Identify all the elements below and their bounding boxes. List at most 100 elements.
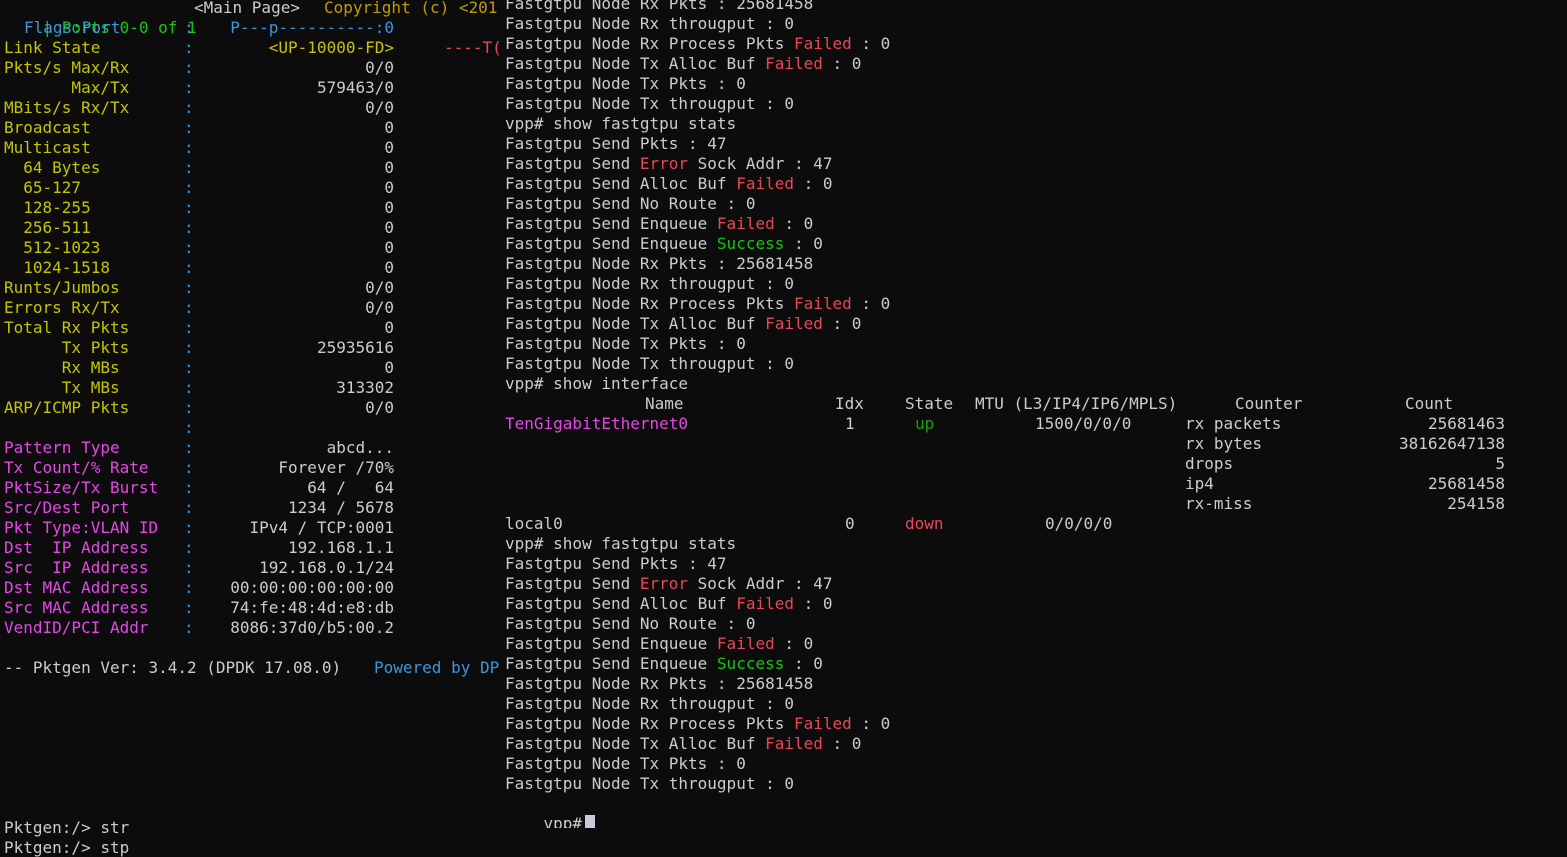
output-line: Fastgtpu Node Tx Pkts : 0	[505, 74, 746, 94]
stat-sep: :	[184, 398, 194, 417]
output-line: Fastgtpu Send No Route : 0	[505, 614, 755, 634]
stat-label: Broadcast	[4, 118, 91, 137]
output-line: Fastgtpu Send Pkts : 47	[505, 134, 727, 154]
output-text: Fastgtpu Node Tx Alloc Buf	[505, 314, 766, 333]
config-value: 74:fe:48:4d:e8:db	[230, 598, 394, 617]
stat-label: Multicast	[4, 138, 91, 157]
output-text: Fastgtpu Send Alloc Buf	[505, 594, 737, 613]
counter-count: 38162647138	[1399, 434, 1505, 453]
output-line: Fastgtpu Node Tx Pkts : 0	[505, 754, 746, 774]
stat-label: MBits/s Rx/Tx	[4, 98, 130, 117]
pktgen-prompt-line: Pktgen:/> stp	[4, 838, 130, 857]
output-text: Fastgtpu Send Enqueue	[505, 634, 717, 653]
output-text: Fastgtpu Node Rx Pkts : 25681458	[505, 254, 814, 273]
output-line: Fastgtpu Node Tx Alloc Buf Failed : 0	[505, 54, 861, 74]
powered-by: Powered by DP	[374, 658, 500, 677]
iface-name: local0	[505, 514, 563, 533]
col-counter-header: Counter	[1235, 394, 1303, 413]
output-text: : 0	[851, 714, 891, 733]
output-line: Fastgtpu Node Rx througput : 0	[505, 274, 794, 294]
output-text: Fastgtpu Node Tx Alloc Buf	[505, 54, 766, 73]
output-line: Fastgtpu Send Alloc Buf Failed : 0	[505, 174, 833, 194]
counter-count: 25681463	[1427, 414, 1505, 433]
status-failed: Failed	[765, 54, 823, 73]
stat-value: 579463/0	[316, 78, 394, 97]
output-line: Fastgtpu Node Tx Alloc Buf Failed : 0	[505, 734, 861, 754]
output-line: vpp# show interface	[505, 374, 688, 394]
stat-value: 0	[384, 198, 394, 217]
output-text: Fastgtpu Send	[505, 574, 640, 593]
counter-name: rx packets	[1185, 414, 1282, 433]
config-sep: :	[184, 438, 194, 457]
output-text: Fastgtpu Node Tx Alloc Buf	[505, 734, 766, 753]
status-failed: Failed	[765, 314, 823, 333]
output-text: Sock Addr : 47	[688, 154, 833, 173]
output-line: Fastgtpu Node Rx Process Pkts Failed : 0	[505, 714, 890, 734]
pktgen-terminal-pane[interactable]: | Ports 0-0 of 1 <Main Page> Copyright (…	[0, 0, 500, 857]
output-text: Sock Addr : 47	[688, 574, 833, 593]
main-page-label: <Main Page>	[194, 0, 300, 17]
stat-value: 0	[384, 138, 394, 157]
vpp-prompt: vpp#	[543, 814, 583, 828]
output-line: Fastgtpu Node Rx througput : 0	[505, 14, 794, 34]
config-sep: :	[184, 478, 194, 497]
stat-value: 0	[384, 318, 394, 337]
status-failed: Failed	[716, 634, 775, 653]
link-state-value: <UP-10000-FD>	[268, 38, 394, 57]
status-success: Success	[716, 654, 785, 673]
output-line: Fastgtpu Node Tx througput : 0	[505, 774, 794, 794]
config-value: IPv4 / TCP:0001	[249, 518, 395, 537]
output-text: Fastgtpu Node Rx Process Pkts	[505, 294, 794, 313]
output-text: : 0	[774, 214, 814, 233]
config-sep: :	[184, 538, 194, 557]
link-state-label: Link State	[4, 38, 101, 57]
output-text: : 0	[851, 34, 891, 53]
output-line: vpp# show fastgtpu stats	[505, 534, 736, 554]
vpp-terminal-pane[interactable]: Fastgtpu Node Rx Pkts : 25681458 Fastgtpu…	[500, 0, 1567, 828]
status-failed: Failed	[765, 734, 823, 753]
output-text: Fastgtpu Send No Route : 0	[505, 614, 756, 633]
status-failed: Failed	[793, 714, 852, 733]
output-text: Fastgtpu Node Tx througput : 0	[505, 774, 794, 793]
iface-name: TenGigabitEthernet0	[505, 414, 689, 433]
output-line: Fastgtpu Node Rx Process Pkts Failed : 0	[505, 294, 890, 314]
stat-value: 0	[384, 258, 394, 277]
stat-value: 0	[384, 218, 394, 237]
vpp-prompt-line[interactable]: vpp#	[505, 794, 596, 828]
stat-label: 1024-1518	[4, 258, 110, 277]
stat-label: Tx MBs	[4, 378, 120, 397]
status-failed: Failed	[793, 34, 852, 53]
output-text: Fastgtpu Send Enqueue	[505, 214, 717, 233]
stat-value: 0/0	[365, 98, 394, 117]
output-text: : 0	[822, 54, 862, 73]
output-text: Fastgtpu Node Tx Pkts : 0	[505, 754, 746, 773]
output-text: Fastgtpu Node Rx Pkts : 25681458	[505, 0, 814, 13]
stat-value: 0	[384, 118, 394, 137]
pktgen-version: -- Pktgen Ver: 3.4.2 (DPDK 17.08.0)	[4, 658, 342, 677]
config-label: Src/Dest Port	[4, 498, 130, 517]
flags-port-label: Flags:Port	[24, 18, 121, 37]
output-line: Fastgtpu Node Rx Pkts : 25681458	[505, 254, 813, 274]
stat-sep: :	[184, 118, 194, 137]
status-failed: Error	[639, 574, 689, 593]
stat-label: Tx Pkts	[4, 338, 130, 357]
stat-sep: :	[184, 138, 194, 157]
blank-sep: :	[184, 418, 194, 437]
col-state-header: State	[905, 394, 954, 413]
status-success: Success	[716, 234, 785, 253]
stat-label: 64 Bytes	[4, 158, 101, 177]
stat-sep: :	[184, 218, 194, 237]
config-value: 1234 / 5678	[288, 498, 394, 517]
config-label: PktSize/Tx Burst	[4, 478, 159, 497]
stat-label: 256-511	[4, 218, 91, 237]
stat-label: Runts/Jumbos	[4, 278, 120, 297]
config-sep: :	[184, 498, 194, 517]
copyright-text: Copyright (c) <201	[324, 0, 498, 17]
config-sep: :	[184, 618, 194, 637]
counter-count: 5	[1495, 454, 1505, 473]
stat-value: 0/0	[365, 58, 394, 77]
stat-value: 25935616	[316, 338, 394, 357]
stat-sep: :	[184, 358, 194, 377]
output-text: : 0	[851, 294, 891, 313]
output-text: Fastgtpu Send Alloc Buf	[505, 174, 737, 193]
